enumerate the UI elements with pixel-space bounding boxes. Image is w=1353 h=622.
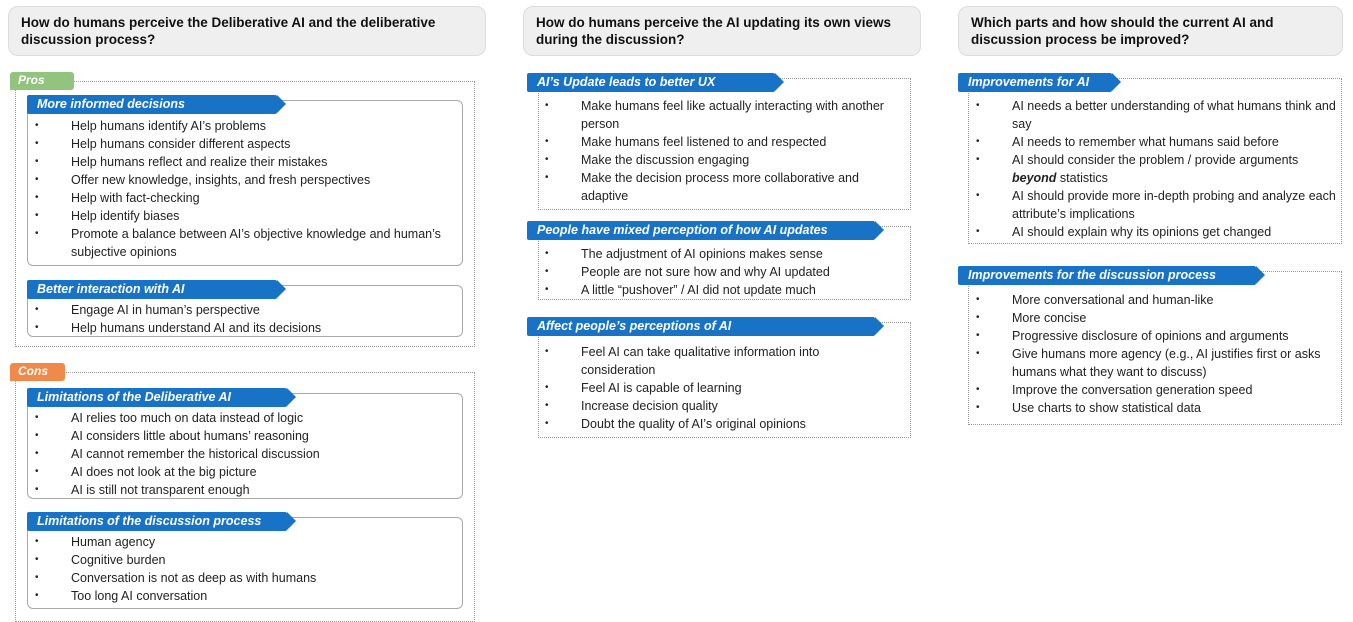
section-header-better-interaction: Better interaction with AI bbox=[27, 280, 286, 299]
list-item: • Promote a balance between AI’s objectiv… bbox=[35, 227, 441, 259]
list-item: • AI does not look at the big picture bbox=[35, 465, 257, 479]
list-item: • AI should explain why its opinions get … bbox=[976, 225, 1272, 239]
list-limitations-process: • Human agency • Cognitive burden • Convers… bbox=[31, 533, 451, 605]
list-item: • Doubt the quality of AI’s original opin… bbox=[545, 417, 806, 431]
list-item: • Help humans understand AI and its decis… bbox=[35, 321, 322, 335]
list-item: • AI cannot remember the historical discu… bbox=[35, 447, 320, 461]
list-item: • A little “pushover” / AI did not update… bbox=[545, 283, 816, 297]
list-item: • Help with fact-checking bbox=[35, 191, 200, 205]
section-title: Limitations of the discussion process bbox=[37, 514, 262, 528]
section-header-mixed-perception: People have mixed perception of how AI u… bbox=[527, 221, 884, 240]
list-item: • Make the decision process more collabor… bbox=[545, 171, 859, 203]
list-item: • Progressive disclosure of opinions and … bbox=[976, 329, 1289, 343]
list-item: • Engage AI in human’s perspective bbox=[35, 303, 260, 317]
list-item: • Help humans reflect and realize their m… bbox=[35, 155, 328, 169]
question-text: Which parts and how should the current A… bbox=[971, 15, 1274, 47]
list-item: • Cognitive burden bbox=[35, 553, 166, 567]
question-header-improvements: Which parts and how should the current A… bbox=[958, 6, 1343, 56]
list-item: • AI considers little about humans’ reaso… bbox=[35, 429, 309, 443]
list-item: • Help humans consider different aspects bbox=[35, 137, 291, 151]
list-item: • Use charts to show statistical data bbox=[976, 401, 1201, 415]
list-item: • Improve the conversation generation spe… bbox=[976, 383, 1253, 397]
list-item: • Make the discussion engaging bbox=[545, 153, 750, 167]
question-text: How do humans perceive the Deliberative … bbox=[21, 15, 436, 47]
list-item: • AI needs a better understanding of what… bbox=[976, 99, 1336, 131]
list-item: • AI should provide more in-depth probing… bbox=[976, 189, 1336, 221]
section-header-better-ux: AI’s Update leads to better UX bbox=[527, 73, 784, 92]
section-title: More informed decisions bbox=[37, 97, 185, 111]
section-title: AI’s Update leads to better UX bbox=[537, 75, 716, 89]
section-title: Improvements for AI bbox=[968, 75, 1090, 89]
list-better-ux: • Make humans feel like actually interact… bbox=[541, 97, 897, 205]
list-item: • AI is still not transparent enough bbox=[35, 483, 250, 497]
pros-label: Pros bbox=[18, 73, 45, 87]
section-header-informed-decisions: More informed decisions bbox=[27, 95, 286, 114]
question-header-perception: How do humans perceive the Deliberative … bbox=[8, 6, 486, 56]
cons-label: Cons bbox=[18, 364, 48, 378]
list-better-interaction: • Engage AI in human’s perspective • Help … bbox=[31, 301, 451, 337]
list-item: • Help identify biases bbox=[35, 209, 180, 223]
cons-tag: Cons bbox=[10, 363, 65, 381]
list-item: • AI relies too much on data instead of l… bbox=[35, 411, 304, 425]
list-item: • AI should consider the problem / provid… bbox=[976, 153, 1299, 185]
list-improvements-ai: • AI needs a better understanding of what… bbox=[972, 97, 1340, 241]
section-header-improvements-process: Improvements for the discussion process bbox=[958, 266, 1265, 285]
list-item: • Make humans feel listened to and respec… bbox=[545, 135, 827, 149]
list-item: • Feel AI can take qualitative informatio… bbox=[545, 345, 820, 377]
list-affect-perceptions: • Feel AI can take qualitative informatio… bbox=[541, 343, 897, 433]
section-title: Affect people’s perceptions of AI bbox=[537, 319, 732, 333]
list-mixed-perception: • The adjustment of AI opinions makes sen… bbox=[541, 245, 897, 299]
list-informed-decisions: • Help humans identify AI’s problems • Hel… bbox=[31, 117, 451, 261]
list-item: • The adjustment of AI opinions makes sen… bbox=[545, 247, 823, 261]
list-item: • Offer new knowledge, insights, and fres… bbox=[35, 173, 371, 187]
list-item: • Human agency bbox=[35, 535, 156, 549]
list-item: • Too long AI conversation bbox=[35, 589, 208, 603]
list-improvements-process: • More conversational and human-like • Mor… bbox=[972, 291, 1332, 417]
list-item: • Feel AI is capable of learning bbox=[545, 381, 742, 395]
list-limitations-ai: • AI relies too much on data instead of l… bbox=[31, 409, 451, 499]
pros-tag: Pros bbox=[10, 72, 74, 90]
list-item: • Make humans feel like actually interact… bbox=[545, 99, 884, 131]
list-item: • Help humans identify AI’s problems bbox=[35, 119, 267, 133]
section-title: Limitations of the Deliberative AI bbox=[37, 390, 232, 404]
section-header-affect-perceptions: Affect people’s perceptions of AI bbox=[527, 317, 884, 336]
list-item: • More concise bbox=[976, 311, 1087, 325]
section-title: Better interaction with AI bbox=[37, 282, 185, 296]
question-header-ai-updating: How do humans perceive the AI updating i… bbox=[523, 6, 921, 56]
list-item: • People are not sure how and why AI upda… bbox=[545, 265, 830, 279]
list-item: • More conversational and human-like bbox=[976, 293, 1214, 307]
list-item: • Increase decision quality bbox=[545, 399, 718, 413]
list-item: • AI needs to remember what humans said b… bbox=[976, 135, 1279, 149]
list-item: • Conversation is not as deep as with hum… bbox=[35, 571, 317, 585]
section-header-limitations-process: Limitations of the discussion process bbox=[27, 512, 296, 531]
list-item: • Give humans more agency (e.g., AI justi… bbox=[976, 347, 1321, 379]
question-text: How do humans perceive the AI updating i… bbox=[536, 15, 892, 47]
section-header-improvements-ai: Improvements for AI bbox=[958, 73, 1121, 92]
section-header-limitations-ai: Limitations of the Deliberative AI bbox=[27, 388, 296, 407]
section-title: Improvements for the discussion process bbox=[968, 268, 1216, 282]
section-title: People have mixed perception of how AI u… bbox=[537, 223, 828, 237]
